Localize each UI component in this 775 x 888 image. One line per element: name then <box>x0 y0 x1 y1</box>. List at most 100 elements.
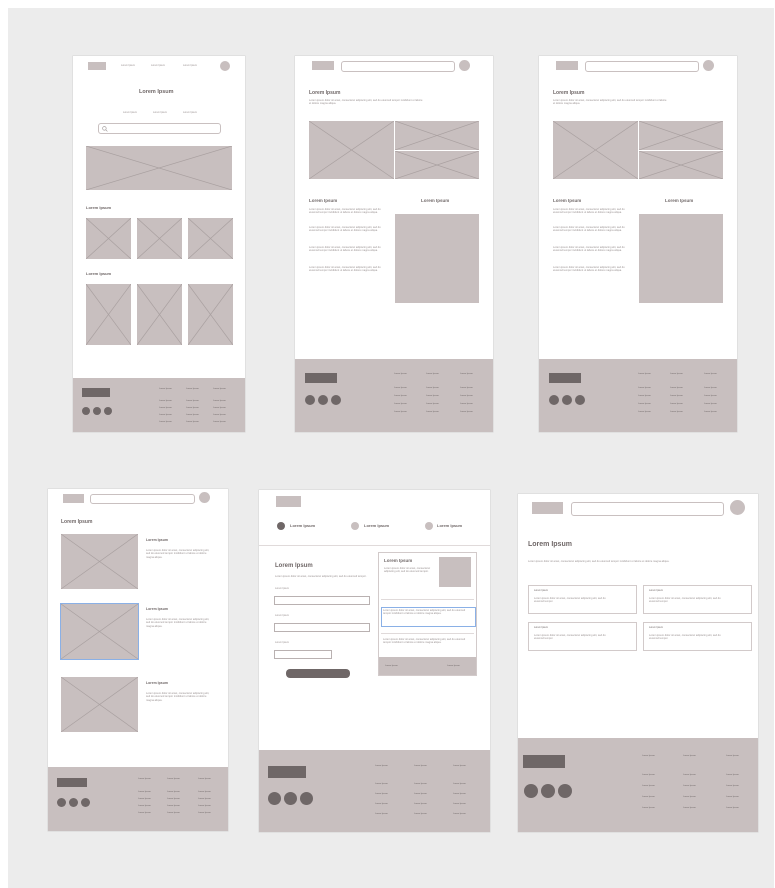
social-icon[interactable] <box>575 395 585 405</box>
footer-link[interactable]: Lorem Ipsum <box>453 783 466 785</box>
footer-link[interactable]: Lorem Ipsum <box>375 793 388 795</box>
avatar-icon[interactable] <box>199 492 210 503</box>
text-field[interactable] <box>274 650 332 659</box>
submit-button[interactable] <box>286 669 350 678</box>
footer-link[interactable]: Lorem Ipsum <box>426 387 439 389</box>
footer-link[interactable]: Lorem Ipsum <box>394 387 407 389</box>
footer-link[interactable]: Lorem Ipsum <box>704 411 717 413</box>
footer-link[interactable]: Lorem Ipsum <box>167 791 180 793</box>
footer-link[interactable]: Lorem Ipsum <box>159 421 172 423</box>
social-icon[interactable] <box>305 395 315 405</box>
search-input[interactable] <box>571 502 724 516</box>
image-placeholder-selected[interactable] <box>60 603 139 660</box>
footer-link[interactable]: Lorem Ipsum <box>213 421 226 423</box>
text-field[interactable] <box>274 623 370 632</box>
footer-link[interactable]: Lorem Ipsum <box>138 805 151 807</box>
social-icon[interactable] <box>300 792 313 805</box>
footer-link[interactable]: Lorem Ipsum <box>453 813 466 815</box>
social-icon[interactable] <box>104 407 112 415</box>
footer-link[interactable]: Lorem Ipsum <box>670 395 683 397</box>
social-icon[interactable] <box>284 792 297 805</box>
footer-link[interactable]: Lorem Ipsum <box>460 395 473 397</box>
step-tab-label[interactable]: Lorem Ipsum <box>437 524 462 528</box>
footer-link[interactable]: Lorem Ipsum <box>642 796 655 798</box>
nav-link[interactable]: Lorem Ipsum <box>121 64 135 67</box>
footer-link[interactable]: Lorem Ipsum <box>726 774 739 776</box>
footer-link[interactable]: Lorem Ipsum <box>375 803 388 805</box>
footer-link[interactable]: Lorem Ipsum <box>726 785 739 787</box>
avatar-icon[interactable] <box>703 60 714 71</box>
step-tab-label[interactable]: Lorem Ipsum <box>290 524 315 528</box>
avatar-icon[interactable] <box>220 61 230 71</box>
search-input[interactable] <box>90 494 195 504</box>
footer-link[interactable]: Lorem Ipsum <box>159 407 172 409</box>
social-icon[interactable] <box>558 784 572 798</box>
footer-link[interactable]: Lorem Ipsum <box>167 798 180 800</box>
footer-link[interactable]: Lorem Ipsum <box>198 798 211 800</box>
footer-link[interactable]: Lorem Ipsum <box>198 791 211 793</box>
footer-link[interactable]: Lorem Ipsum <box>159 414 172 416</box>
footer-link[interactable]: Lorem Ipsum <box>159 400 172 402</box>
footer-link[interactable]: Lorem Ipsum <box>670 411 683 413</box>
footer-link[interactable]: Lorem Ipsum <box>186 400 199 402</box>
social-icon[interactable] <box>549 395 559 405</box>
footer-link[interactable]: Lorem Ipsum <box>638 387 651 389</box>
footer-link[interactable]: Lorem Ipsum <box>414 783 427 785</box>
search-input[interactable] <box>341 61 455 72</box>
social-icon[interactable] <box>524 784 538 798</box>
footer-link[interactable]: Lorem Ipsum <box>414 803 427 805</box>
step-indicator[interactable] <box>351 522 359 530</box>
social-icon[interactable] <box>82 407 90 415</box>
footer-link[interactable]: Lorem Ipsum <box>375 783 388 785</box>
footer-link[interactable]: Lorem Ipsum <box>138 812 151 814</box>
footer-link[interactable]: Lorem Ipsum <box>453 793 466 795</box>
footer-link[interactable]: Lorem Ipsum <box>213 414 226 416</box>
footer-link[interactable]: Lorem Ipsum <box>213 407 226 409</box>
avatar-icon[interactable] <box>730 500 745 515</box>
search-input[interactable] <box>98 123 221 134</box>
social-icon[interactable] <box>81 798 90 807</box>
footer-link[interactable]: Lorem Ipsum <box>460 403 473 405</box>
social-icon[interactable] <box>69 798 78 807</box>
text-field[interactable] <box>274 596 370 605</box>
social-icon[interactable] <box>331 395 341 405</box>
footer-link[interactable]: Lorem Ipsum <box>670 403 683 405</box>
info-card[interactable]: Lorem Ipsum Lorem ipsum dolor sit amet, … <box>643 622 752 651</box>
social-icon[interactable] <box>541 784 555 798</box>
footer-link[interactable]: Lorem Ipsum <box>683 796 696 798</box>
info-card[interactable]: Lorem Ipsum Lorem ipsum dolor sit amet, … <box>528 585 637 614</box>
footer-link[interactable]: Lorem Ipsum <box>704 403 717 405</box>
footer-link[interactable]: Lorem Ipsum <box>186 407 199 409</box>
footer-link[interactable]: Lorem Ipsum <box>683 807 696 809</box>
footer-link[interactable]: Lorem Ipsum <box>414 793 427 795</box>
info-card[interactable]: Lorem Ipsum Lorem ipsum dolor sit amet, … <box>528 622 637 651</box>
footer-link[interactable]: Lorem Ipsum <box>642 785 655 787</box>
footer-link[interactable]: Lorem Ipsum <box>453 803 466 805</box>
social-icon[interactable] <box>57 798 66 807</box>
footer-link[interactable]: Lorem Ipsum <box>138 798 151 800</box>
sub-nav-link[interactable]: Lorem Ipsum <box>153 111 167 114</box>
footer-link[interactable]: Lorem Ipsum <box>642 807 655 809</box>
social-icon[interactable] <box>562 395 572 405</box>
step-indicator[interactable] <box>425 522 433 530</box>
avatar-icon[interactable] <box>459 60 470 71</box>
footer-link[interactable]: Lorem Ipsum <box>167 805 180 807</box>
footer-link[interactable]: Lorem Ipsum <box>186 414 199 416</box>
nav-link[interactable]: Lorem Ipsum <box>183 64 197 67</box>
footer-link[interactable]: Lorem Ipsum <box>198 812 211 814</box>
footer-link[interactable]: Lorem Ipsum <box>460 387 473 389</box>
nav-link[interactable]: Lorem Ipsum <box>151 64 165 67</box>
social-icon[interactable] <box>93 407 101 415</box>
footer-link[interactable]: Lorem Ipsum <box>394 395 407 397</box>
footer-link[interactable]: Lorem Ipsum <box>426 395 439 397</box>
footer-link[interactable]: Lorem Ipsum <box>394 411 407 413</box>
footer-link[interactable]: Lorem Ipsum <box>460 411 473 413</box>
sub-nav-link[interactable]: Lorem Ipsum <box>183 111 197 114</box>
footer-link[interactable]: Lorem Ipsum <box>638 411 651 413</box>
sub-nav-link[interactable]: Lorem Ipsum <box>123 111 137 114</box>
footer-link[interactable]: Lorem Ipsum <box>683 785 696 787</box>
social-icon[interactable] <box>268 792 281 805</box>
footer-link[interactable]: Lorem Ipsum <box>704 387 717 389</box>
footer-link[interactable]: Lorem Ipsum <box>414 813 427 815</box>
footer-link[interactable]: Lorem Ipsum <box>704 395 717 397</box>
